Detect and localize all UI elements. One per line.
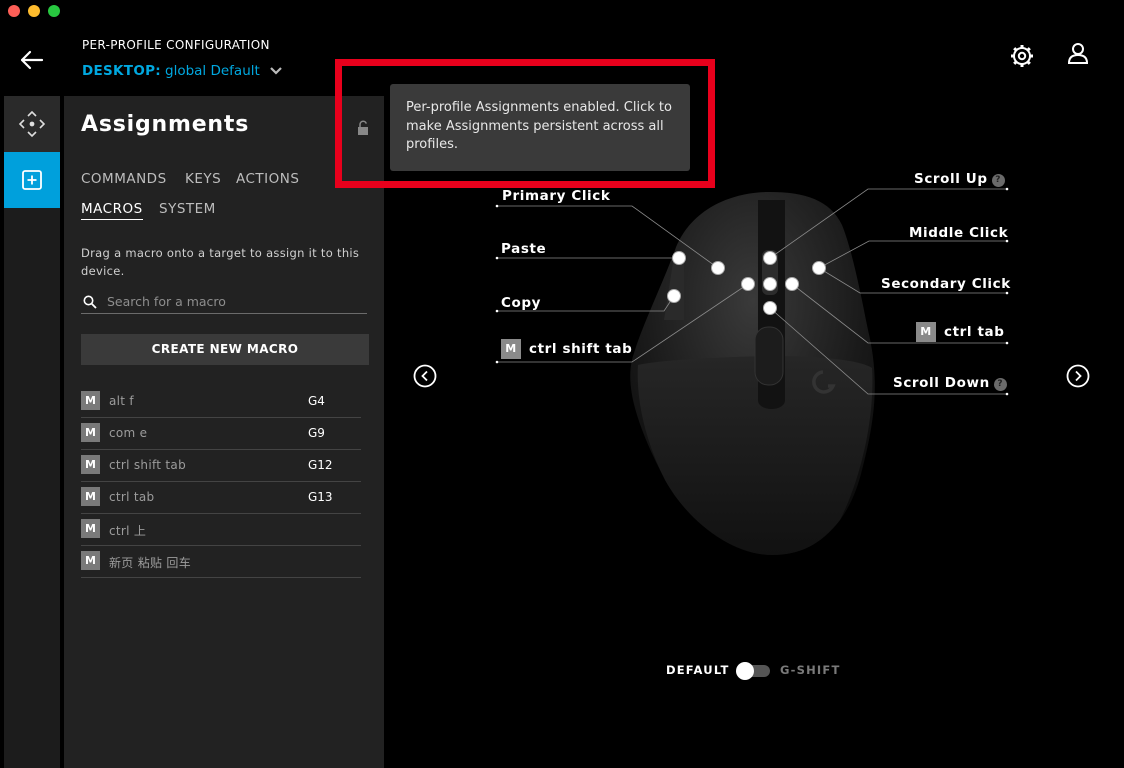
help-icon[interactable]: ?	[993, 378, 1007, 391]
mouse-image	[630, 192, 875, 555]
mapping-secondary-click[interactable]: Secondary Click	[881, 276, 1011, 292]
mapping-label: Scroll Up	[914, 171, 988, 187]
gshift-switch[interactable]	[736, 662, 772, 680]
macro-badge: M	[916, 322, 936, 342]
chevron-right-circle-icon	[1066, 364, 1090, 388]
mapping-label: ctrl tab	[944, 324, 1005, 340]
mapping-copy[interactable]: Copy	[501, 295, 541, 311]
switch-knob	[736, 662, 754, 680]
macro-badge: M	[501, 339, 521, 359]
mapping-ctrl-tab[interactable]: Mctrl tab	[916, 322, 1004, 342]
previous-view-button[interactable]	[413, 364, 437, 388]
mapping-paste[interactable]: Paste	[501, 241, 546, 257]
mapping-middle-click[interactable]: Middle Click	[909, 225, 1008, 241]
mode-gshift-label: G-SHIFT	[780, 663, 841, 677]
mapping-scroll-up[interactable]: Scroll Up?	[914, 171, 1005, 187]
mapping-label: ctrl shift tab	[529, 341, 633, 357]
next-view-button[interactable]	[1066, 364, 1090, 388]
mapping-ctrl-shift-tab[interactable]: Mctrl shift tab	[501, 339, 632, 359]
mode-default-label: DEFAULT	[666, 663, 730, 677]
chevron-left-circle-icon	[413, 364, 437, 388]
mapping-primary-click[interactable]: Primary Click	[502, 188, 610, 204]
help-icon[interactable]: ?	[991, 174, 1005, 187]
mapping-label: Scroll Down	[893, 375, 990, 391]
mapping-scroll-down[interactable]: Scroll Down?	[893, 375, 1007, 391]
